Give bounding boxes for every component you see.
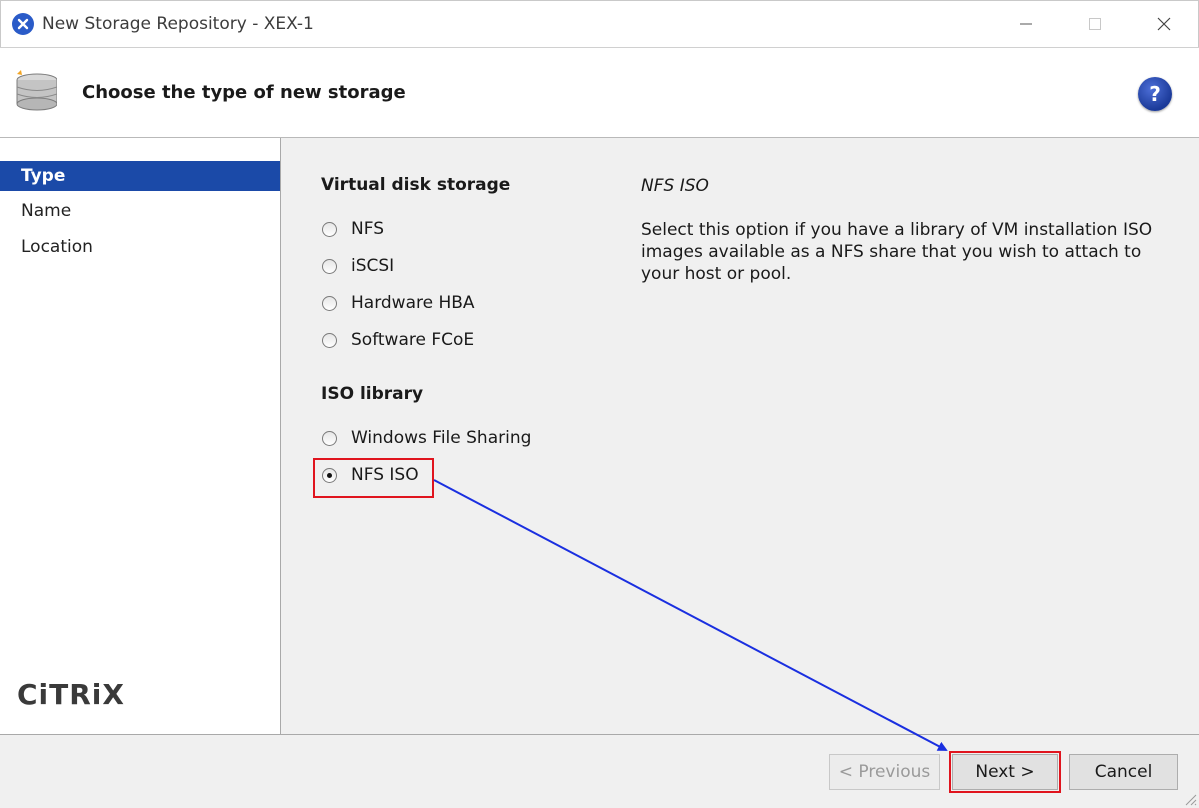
option-description-title: NFS ISO [641, 176, 709, 196]
radio-label: Hardware HBA [351, 293, 475, 313]
nfs-iso-highlight-annotation [313, 458, 434, 498]
minimize-icon [1019, 23, 1032, 25]
maximize-button[interactable] [1060, 1, 1129, 47]
virtual-disk-storage-heading: Virtual disk storage [321, 175, 511, 195]
previous-button[interactable]: < Previous [829, 754, 940, 790]
radio-option-software-fcoe[interactable]: Software FCoE [322, 328, 474, 352]
radio-option-windows-file-sharing[interactable]: Windows File Sharing [322, 426, 531, 450]
help-icon[interactable]: ? [1138, 77, 1172, 111]
minimize-button[interactable] [991, 1, 1060, 47]
radio-label: Windows File Sharing [351, 428, 532, 448]
option-description-text: Select this option if you have a library… [641, 220, 1153, 284]
close-button[interactable] [1129, 1, 1198, 47]
next-button-highlight-annotation [949, 751, 1061, 793]
sidebar-item-type[interactable]: Type [0, 161, 280, 191]
wizard-header: Choose the type of new storage ? [0, 47, 1199, 138]
radio-option-hardware-hba[interactable]: Hardware HBA [322, 291, 475, 315]
window-controls [991, 1, 1198, 47]
cancel-button[interactable]: Cancel [1069, 754, 1178, 790]
resize-grip-icon[interactable] [1183, 792, 1197, 806]
radio-button[interactable] [322, 221, 337, 237]
radio-label: iSCSI [351, 256, 395, 276]
window-title: New Storage Repository - XEX-1 [42, 14, 314, 34]
iso-library-heading: ISO library [321, 384, 424, 404]
radio-option-iscsi[interactable]: iSCSI [322, 254, 394, 278]
citrix-logo: CiTRiX [17, 678, 125, 711]
radio-button[interactable] [322, 332, 337, 348]
radio-label: NFS [351, 219, 384, 239]
radio-option-nfs[interactable]: NFS [322, 217, 384, 241]
sidebar-item-name[interactable]: Name [0, 196, 280, 226]
radio-button[interactable] [322, 258, 337, 274]
radio-button[interactable] [322, 430, 337, 446]
radio-label: Software FCoE [351, 330, 475, 350]
wizard-steps-sidebar: Type Name Location CiTRiX [0, 138, 281, 734]
xencenter-app-icon [12, 13, 34, 35]
sidebar-item-location[interactable]: Location [0, 232, 280, 262]
wizard-footer: < Previous Next > Cancel [0, 734, 1199, 808]
close-icon [1157, 17, 1170, 31]
storage-repository-icon [16, 70, 57, 111]
wizard-page-title: Choose the type of new storage [82, 82, 406, 103]
storage-type-panel: Virtual disk storage NFS iSCSI Hardware … [282, 138, 1199, 734]
window-title-bar: New Storage Repository - XEX-1 [0, 0, 1199, 47]
maximize-icon [1088, 18, 1101, 30]
radio-button[interactable] [322, 295, 337, 311]
